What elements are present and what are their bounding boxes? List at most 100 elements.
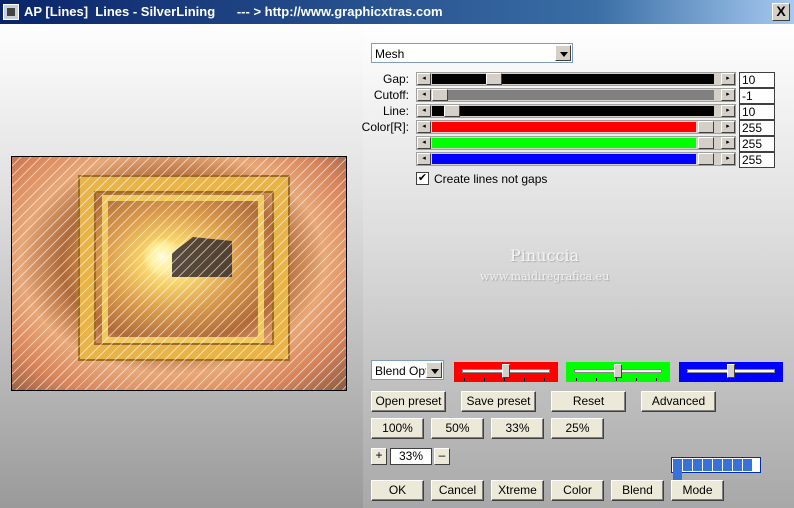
slider-tick <box>656 378 657 381</box>
blend-options-dropdown[interactable]: Blend Optio <box>371 360 444 380</box>
red-color-slider[interactable] <box>454 362 558 382</box>
zoom-value-field[interactable]: 33% <box>390 448 432 465</box>
scroll-left-icon[interactable]: ◂ <box>417 89 431 101</box>
xtreme-button[interactable]: Xtreme <box>491 480 544 501</box>
scroll-left-icon[interactable]: ◂ <box>417 105 431 117</box>
slider-track <box>432 122 696 132</box>
close-button[interactable]: X <box>772 3 790 21</box>
scroll-left-icon[interactable]: ◂ <box>417 137 431 149</box>
progress-segment <box>693 459 702 471</box>
watermark-name: Pinuccia <box>510 246 580 265</box>
slider-tick <box>636 378 637 381</box>
param-value-color-blue[interactable]: 255 <box>739 152 775 168</box>
mini-slider-thumb[interactable] <box>502 364 510 378</box>
title-bar[interactable]: AP [Lines] Lines - SilverLining --- > ht… <box>0 0 794 24</box>
param-value-gap[interactable]: 10 <box>739 72 775 88</box>
zoom-33-button[interactable]: 33% <box>491 418 544 439</box>
slider-tick <box>484 378 485 381</box>
scroll-right-icon[interactable]: ▸ <box>721 153 735 165</box>
zoom-out-button[interactable]: – <box>434 448 450 465</box>
blend-dropdown-value: Blend Optio <box>375 364 427 378</box>
slider-tick <box>729 378 730 381</box>
mode-dropdown[interactable]: Mesh <box>371 43 573 63</box>
mini-slider-thumb[interactable] <box>727 364 735 378</box>
slider-track <box>447 90 714 100</box>
slider-thumb[interactable] <box>698 121 714 133</box>
param-label-color-red: Color[R]: <box>361 120 409 134</box>
slider-tick <box>464 378 465 381</box>
param-slider-color-blue[interactable]: ◂ ▸ <box>416 152 736 166</box>
progress-segment <box>713 459 722 471</box>
scroll-left-icon[interactable]: ◂ <box>417 121 431 133</box>
chevron-down-icon[interactable] <box>555 45 571 61</box>
slider-tick <box>709 378 710 381</box>
open-preset-button[interactable]: Open preset <box>371 391 446 412</box>
progress-segment <box>723 459 732 471</box>
scroll-left-icon[interactable]: ◂ <box>417 73 431 85</box>
slider-tick <box>689 378 690 381</box>
blue-color-slider[interactable] <box>679 362 783 382</box>
scroll-left-icon[interactable]: ◂ <box>417 153 431 165</box>
slider-tick <box>524 378 525 381</box>
slider-tick <box>544 378 545 381</box>
zoom-in-button[interactable]: + <box>371 448 387 465</box>
slider-thumb[interactable] <box>432 89 448 101</box>
slider-thumb[interactable] <box>698 137 714 149</box>
progress-segment <box>683 459 692 471</box>
param-label-gap: Gap: <box>382 72 409 86</box>
progress-segment <box>733 459 742 471</box>
green-color-slider[interactable] <box>566 362 670 382</box>
param-value-color-red[interactable]: 255 <box>739 120 775 136</box>
param-slider-cutoff[interactable]: ◂ ▸ <box>416 88 736 102</box>
progress-segment <box>743 459 752 471</box>
slider-track <box>432 138 696 148</box>
scroll-right-icon[interactable]: ▸ <box>721 105 735 117</box>
preview-panel <box>0 24 363 508</box>
slider-thumb[interactable] <box>444 105 460 117</box>
mode-button[interactable]: Mode <box>671 480 724 501</box>
param-label-line: Line: <box>382 104 409 118</box>
progress-segment <box>673 459 682 471</box>
preview-image <box>11 156 347 391</box>
param-slider-color-green[interactable]: ◂ ▸ <box>416 136 736 150</box>
slider-thumb[interactable] <box>486 73 502 85</box>
param-slider-line[interactable]: ◂ ▸ <box>416 104 736 118</box>
create-lines-checkbox[interactable]: ✔ <box>416 172 429 185</box>
slider-tick <box>596 378 597 381</box>
slider-tick <box>749 378 750 381</box>
param-value-color-green[interactable]: 255 <box>739 136 775 152</box>
scroll-right-icon[interactable]: ▸ <box>721 121 735 133</box>
slider-tick <box>769 378 770 381</box>
zoom-100-button[interactable]: 100% <box>371 418 424 439</box>
mini-slider-thumb[interactable] <box>614 364 622 378</box>
blend-button[interactable]: Blend <box>611 480 664 501</box>
slider-tick <box>576 378 577 381</box>
advanced-button[interactable]: Advanced <box>641 391 716 412</box>
param-value-line[interactable]: 10 <box>739 104 775 120</box>
create-lines-label: Create lines not gaps <box>434 172 548 186</box>
slider-tick <box>504 378 505 381</box>
scroll-right-icon[interactable]: ▸ <box>721 137 735 149</box>
slider-track <box>432 154 696 164</box>
slider-thumb[interactable] <box>698 153 714 165</box>
reset-button[interactable]: Reset <box>551 391 626 412</box>
app-icon <box>3 4 19 20</box>
scroll-right-icon[interactable]: ▸ <box>721 73 735 85</box>
param-value-cutoff[interactable]: -1 <box>739 88 775 104</box>
preview-lines-overlay <box>12 157 346 390</box>
zoom-25-button[interactable]: 25% <box>551 418 604 439</box>
zoom-50-button[interactable]: 50% <box>431 418 484 439</box>
param-slider-gap[interactable]: ◂ ▸ <box>416 72 736 86</box>
window-title: AP [Lines] Lines - SilverLining --- > ht… <box>24 4 443 19</box>
color-button[interactable]: Color <box>551 480 604 501</box>
save-preset-button[interactable]: Save preset <box>461 391 536 412</box>
watermark-url: www.maidiregrafica.eu <box>480 270 610 283</box>
progress-segment <box>703 459 712 471</box>
scroll-right-icon[interactable]: ▸ <box>721 89 735 101</box>
progress-bar <box>671 457 761 483</box>
ok-button[interactable]: OK <box>371 480 424 501</box>
cancel-button[interactable]: Cancel <box>431 480 484 501</box>
chevron-down-icon[interactable] <box>426 362 442 378</box>
param-label-cutoff: Cutoff: <box>373 88 409 102</box>
param-slider-color-red[interactable]: ◂ ▸ <box>416 120 736 134</box>
